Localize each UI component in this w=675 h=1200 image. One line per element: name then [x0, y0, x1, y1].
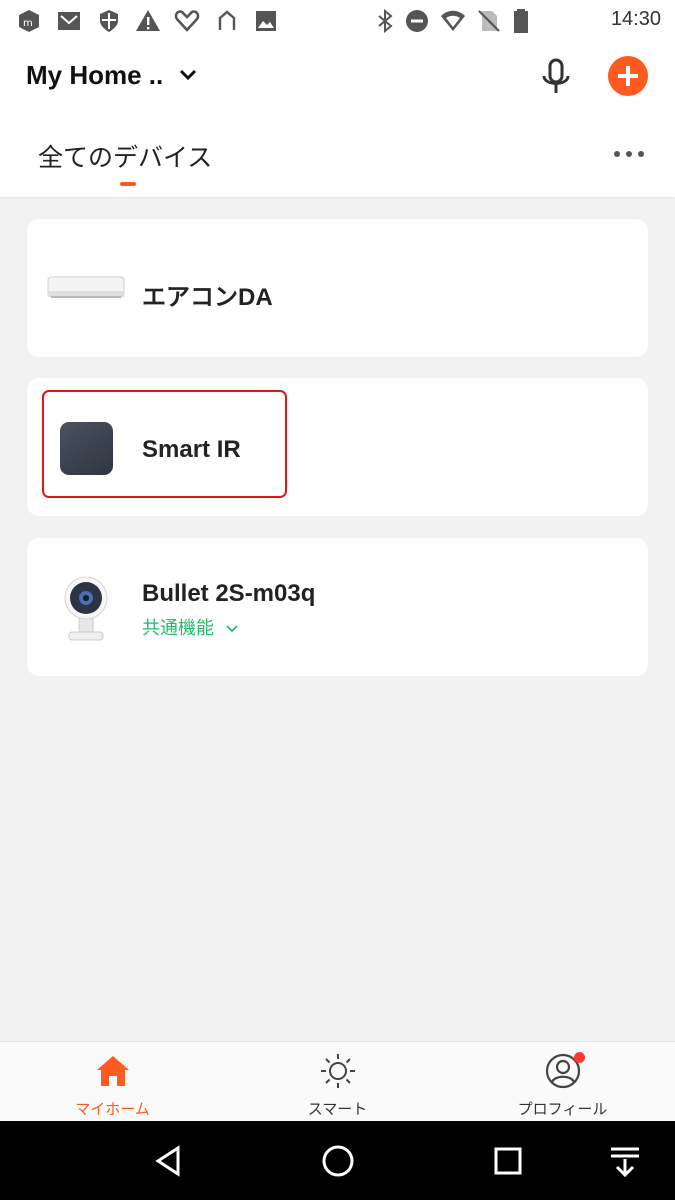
home-selector[interactable]: My Home .. [26, 60, 163, 91]
nav-my-home[interactable]: マイホーム [0, 1042, 225, 1122]
m-logo-icon: m [19, 10, 39, 32]
nav-label: マイホーム [75, 1100, 150, 1118]
back-icon[interactable] [150, 1143, 186, 1179]
notification-badge [574, 1052, 585, 1063]
common-functions-link[interactable]: 共通機能 [142, 614, 238, 640]
system-navigation-bar [0, 1121, 675, 1200]
sun-icon [321, 1054, 355, 1088]
nav-label: プロフィール [517, 1100, 608, 1118]
tab-all-devices[interactable]: 全てのデバイス [38, 138, 212, 174]
warning-icon [136, 10, 160, 31]
app-header: My Home .. 全てのデバイス [0, 42, 675, 197]
recents-icon[interactable] [490, 1143, 526, 1179]
chevron-down-icon [226, 625, 238, 633]
status-bar: m 14:30 [0, 0, 675, 42]
device-card-camera[interactable]: Bullet 2S-m03q 共通機能 [27, 538, 648, 676]
bottom-navigation: マイホーム スマート プロフィール [0, 1041, 675, 1121]
camera-image [64, 576, 108, 641]
battery-icon [514, 9, 528, 33]
arch-icon [218, 10, 236, 30]
no-sim-icon [478, 10, 500, 32]
image-icon [256, 11, 276, 31]
notification-drawer-icon[interactable] [607, 1143, 643, 1179]
device-name: エアコンDA [142, 284, 273, 311]
more-options-icon[interactable] [612, 146, 646, 162]
plus-icon [618, 66, 638, 86]
selection-highlight [42, 390, 287, 498]
microphone-icon[interactable] [538, 56, 574, 96]
nav-profile[interactable]: プロフィール [450, 1042, 675, 1122]
shield-icon [100, 10, 118, 32]
tab-indicator [120, 182, 136, 186]
device-name: Bullet 2S-m03q [142, 580, 316, 607]
device-card-air-conditioner[interactable]: エアコンDA [27, 219, 648, 357]
bluetooth-icon [378, 8, 393, 34]
svg-text:m: m [23, 18, 33, 29]
nav-smart[interactable]: スマート [225, 1042, 450, 1122]
home-circle-icon[interactable] [320, 1143, 356, 1179]
add-device-button[interactable] [608, 56, 648, 96]
wifi-icon [441, 10, 465, 31]
air-conditioner-image [47, 276, 125, 298]
chevron-down-icon[interactable] [178, 68, 198, 82]
do-not-disturb-icon [406, 10, 428, 32]
mail-icon [58, 12, 80, 30]
home-icon [97, 1056, 129, 1086]
nav-label: スマート [307, 1100, 368, 1118]
heart-link-icon [174, 10, 200, 32]
device-subtitle: 共通機能 [142, 618, 214, 639]
clock: 14:30 [610, 8, 661, 30]
